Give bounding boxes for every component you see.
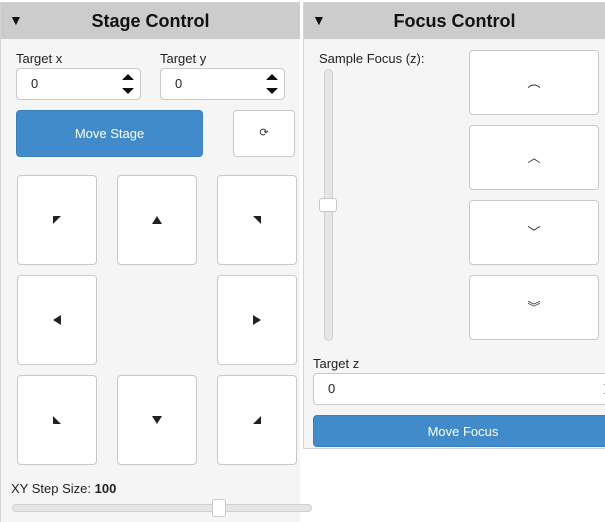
arrow-down-right-icon [253, 416, 261, 424]
step-size-slider-track[interactable] [12, 504, 312, 512]
arrow-up-right-icon [253, 216, 261, 224]
move-up-button[interactable] [117, 175, 197, 265]
arrow-up-icon [152, 216, 162, 224]
refresh-icon: ⟳ [259, 127, 269, 139]
chevron-down-icon: ﹀ [527, 225, 541, 240]
collapse-icon[interactable]: ▼ [9, 12, 23, 28]
move-up-right-button[interactable] [217, 175, 297, 265]
arrow-up-left-icon [53, 216, 61, 224]
arrow-down-icon [152, 416, 162, 424]
target-x-input[interactable]: 0 [16, 68, 141, 100]
arrow-left-icon [53, 315, 61, 325]
move-stage-button[interactable]: Move Stage [16, 110, 203, 157]
move-left-button[interactable] [17, 275, 97, 365]
step-size-slider-thumb[interactable] [212, 499, 227, 517]
focus-up-coarse-button[interactable]: ︵ [469, 50, 599, 115]
move-down-button[interactable] [117, 375, 197, 465]
step-size-value: 100 [94, 481, 117, 496]
target-x-spinner[interactable] [122, 72, 134, 96]
move-down-left-button[interactable] [17, 375, 97, 465]
target-z-value: 0 [328, 381, 336, 396]
move-right-button[interactable] [217, 275, 297, 365]
stage-control-title: Stage Control [91, 10, 210, 31]
focus-slider-thumb[interactable] [319, 198, 337, 212]
collapse-icon[interactable]: ▼ [312, 12, 326, 28]
target-y-input[interactable]: 0 [160, 68, 285, 100]
target-y-value: 0 [175, 76, 183, 91]
move-up-left-button[interactable] [17, 175, 97, 265]
double-chevron-down-icon: ︾ [527, 300, 541, 315]
target-y-label: Target y [160, 51, 207, 66]
focus-down-fine-button[interactable]: ﹀ [469, 200, 599, 265]
focus-control-header[interactable]: ▼ Focus Control [304, 3, 605, 39]
refresh-button[interactable]: ⟳ [233, 110, 295, 157]
focus-control-panel: ▼ Focus Control Sample Focus (z): ︵ ︿ ﹀ … [303, 2, 605, 449]
move-down-right-button[interactable] [217, 375, 297, 465]
step-size-text: XY Step Size: [11, 481, 91, 496]
focus-down-coarse-button[interactable]: ︾ [469, 275, 599, 340]
double-chevron-up-icon: ︵ [527, 75, 541, 90]
focus-control-title: Focus Control [393, 10, 516, 31]
chevron-up-icon: ︿ [527, 150, 541, 165]
arrow-down-left-icon [53, 416, 61, 424]
step-size-label: XY Step Size: 100 [11, 481, 116, 496]
focus-up-fine-button[interactable]: ︿ [469, 125, 599, 190]
target-z-label: Target z [313, 356, 360, 371]
sample-focus-label: Sample Focus (z): [319, 51, 425, 66]
arrow-right-icon [253, 315, 261, 325]
target-y-spinner[interactable] [266, 72, 278, 96]
target-x-value: 0 [31, 76, 39, 91]
stage-control-panel: ▼ Stage Control Target x 0 Target y 0 Mo… [0, 2, 312, 522]
stage-control-header[interactable]: ▼ Stage Control [1, 3, 300, 39]
target-x-label: Target x [16, 51, 63, 66]
target-z-input[interactable]: 0 [313, 373, 605, 405]
move-focus-button[interactable]: Move Focus [313, 415, 605, 447]
